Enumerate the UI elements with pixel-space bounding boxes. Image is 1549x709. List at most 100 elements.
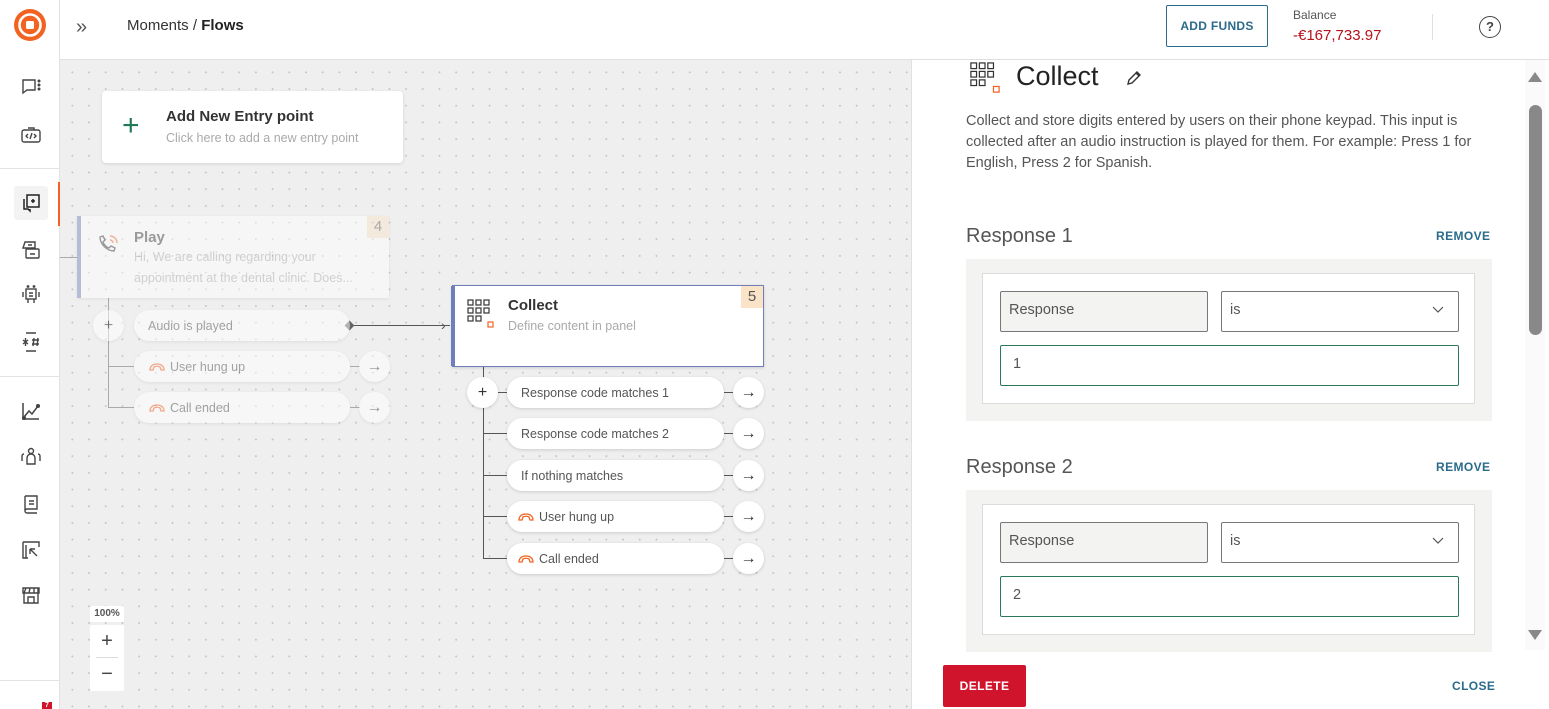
expand-sidebar-icon[interactable]: » bbox=[76, 17, 98, 38]
exit-label: If nothing matches bbox=[521, 468, 624, 483]
help-icon[interactable]: ? bbox=[1479, 16, 1501, 38]
exit-pill[interactable]: Call ended bbox=[134, 392, 350, 423]
panel-scrollbar[interactable] bbox=[1525, 60, 1545, 650]
hang-up-icon bbox=[149, 403, 165, 412]
node-accent-bar bbox=[77, 216, 81, 298]
edit-pencil-icon[interactable] bbox=[1124, 68, 1144, 88]
exit-label: Response code matches 2 bbox=[521, 426, 670, 441]
sidebar-item-catalog[interactable] bbox=[14, 487, 48, 521]
node-settings-panel: Collect Collect and store digits entered… bbox=[911, 60, 1549, 709]
panel-title: Collect bbox=[1016, 61, 1099, 91]
moments-flows-icon bbox=[23, 194, 40, 213]
exit-pill[interactable]: Audio is played bbox=[134, 310, 350, 341]
scroll-down-arrow-icon[interactable] bbox=[1528, 630, 1542, 640]
play-to-collect-connector bbox=[350, 325, 450, 326]
operator-select[interactable]: is bbox=[1221, 291, 1459, 332]
entry-point-title: Add New Entry point bbox=[166, 108, 314, 125]
exit-pill[interactable]: Response code matches 1 bbox=[507, 377, 724, 408]
campaigns-icon bbox=[22, 541, 40, 559]
brand-logo-icon[interactable] bbox=[13, 8, 47, 42]
breadcrumb-moments[interactable]: Moments bbox=[127, 17, 189, 34]
breadcrumb-flows: Flows bbox=[201, 17, 244, 34]
operator-select[interactable]: is bbox=[1221, 522, 1459, 563]
remove-response-button[interactable]: REMOVE bbox=[1436, 229, 1490, 243]
flow-node-collect[interactable]: 5 Collect Define content in panel bbox=[451, 285, 764, 367]
response-value-input[interactable]: 1 bbox=[1000, 345, 1459, 386]
analytics-icon bbox=[21, 403, 41, 421]
node-text-line: Hi, We are calling regarding your bbox=[134, 250, 316, 264]
exit-arrow-button[interactable]: → bbox=[359, 351, 390, 382]
exit-arrow-button[interactable]: → bbox=[733, 543, 764, 574]
response-condition: Response is 2 bbox=[982, 504, 1475, 635]
node-accent-bar bbox=[451, 286, 455, 366]
exit-arrow-button[interactable]: → bbox=[359, 392, 390, 423]
exit-pill[interactable]: Call ended bbox=[507, 543, 724, 574]
exit-label: Audio is played bbox=[148, 318, 233, 333]
operator-value: is bbox=[1230, 533, 1241, 549]
sidebar-item-templates[interactable] bbox=[14, 233, 48, 267]
add-exit-button[interactable]: + bbox=[467, 377, 498, 408]
add-exit-button[interactable]: + bbox=[93, 310, 124, 341]
node-number: 4 bbox=[367, 216, 389, 238]
exit-pill[interactable]: Response code matches 2 bbox=[507, 418, 724, 449]
scroll-up-arrow-icon[interactable] bbox=[1528, 72, 1542, 82]
exit-arrow-button[interactable]: → bbox=[733, 418, 764, 449]
panel-description: Collect and store digits entered by user… bbox=[966, 113, 1472, 171]
scrollbar-thumb[interactable] bbox=[1529, 105, 1542, 335]
exit-arrow-button[interactable]: → bbox=[733, 501, 764, 532]
exit-pill[interactable]: User hung up bbox=[134, 351, 350, 382]
chatbots-icon bbox=[22, 285, 40, 303]
flow-node-play[interactable]: 4 Play Hi, We are calling regarding your… bbox=[77, 216, 389, 298]
sidebar-item-campaigns[interactable] bbox=[14, 533, 48, 567]
response-group: Response is 2 bbox=[966, 490, 1492, 652]
sidebar-item-numbers[interactable] bbox=[14, 325, 48, 359]
response-value-input[interactable]: 2 bbox=[1000, 576, 1459, 617]
exit-arrow-button[interactable]: → bbox=[733, 377, 764, 408]
phone-audio-icon bbox=[99, 235, 118, 252]
sidebar-item-conversations[interactable] bbox=[14, 70, 48, 104]
node-subtitle: Define content in panel bbox=[508, 319, 636, 333]
developer-tools-icon bbox=[21, 127, 41, 143]
flow-canvas[interactable]: + Add New Entry point Click here to add … bbox=[60, 60, 911, 709]
delete-button[interactable]: DELETE bbox=[943, 665, 1026, 707]
sidebar-item-marketplace[interactable] bbox=[14, 578, 48, 612]
remove-response-button[interactable]: REMOVE bbox=[1436, 460, 1490, 474]
sidebar-item-analytics[interactable] bbox=[14, 394, 48, 428]
exit-branch bbox=[108, 407, 134, 408]
numbers-icon bbox=[22, 332, 39, 352]
sidebar: 7 bbox=[0, 0, 60, 709]
exit-branch bbox=[483, 475, 507, 476]
templates-icon bbox=[22, 241, 40, 259]
sidebar-item-moments-flows[interactable] bbox=[14, 186, 48, 220]
breadcrumb: Moments / Flows bbox=[127, 17, 244, 34]
people-icon bbox=[21, 447, 41, 465]
keypad-icon bbox=[970, 62, 1000, 93]
sidebar-item-developer-tools[interactable] bbox=[14, 118, 48, 152]
catalog-icon bbox=[24, 495, 38, 514]
add-entry-point-card[interactable]: + Add New Entry point Click here to add … bbox=[102, 91, 403, 163]
response-field: Response bbox=[1000, 291, 1208, 332]
zoom-in-button[interactable]: + bbox=[90, 625, 124, 657]
sidebar-divider bbox=[0, 376, 59, 377]
conversations-icon bbox=[22, 79, 41, 95]
sidebar-item-chatbots[interactable] bbox=[14, 278, 48, 312]
chevron-down-icon bbox=[1432, 306, 1444, 313]
response-heading: Response 2 bbox=[966, 456, 1073, 478]
exit-label: Call ended bbox=[539, 551, 599, 566]
top-header: » Moments / Flows ADD FUNDS Balance -€16… bbox=[60, 0, 1549, 60]
connector-arrowhead-icon: › bbox=[441, 317, 446, 333]
notification-badge[interactable]: 7 bbox=[42, 702, 52, 709]
exit-branch bbox=[483, 516, 507, 517]
exit-label: Response code matches 1 bbox=[521, 385, 670, 400]
exit-pill[interactable]: User hung up bbox=[507, 501, 724, 532]
node-title: Play bbox=[134, 229, 165, 246]
add-funds-button[interactable]: ADD FUNDS bbox=[1166, 5, 1268, 47]
keypad-icon bbox=[467, 299, 494, 328]
exit-branch bbox=[108, 366, 134, 367]
exit-arrow-button[interactable]: → bbox=[733, 460, 764, 491]
zoom-controls: + − bbox=[90, 625, 124, 691]
exit-pill[interactable]: If nothing matches bbox=[507, 460, 724, 491]
zoom-out-button[interactable]: − bbox=[90, 658, 124, 690]
sidebar-item-people[interactable] bbox=[14, 440, 48, 474]
close-button[interactable]: CLOSE bbox=[1452, 679, 1495, 693]
